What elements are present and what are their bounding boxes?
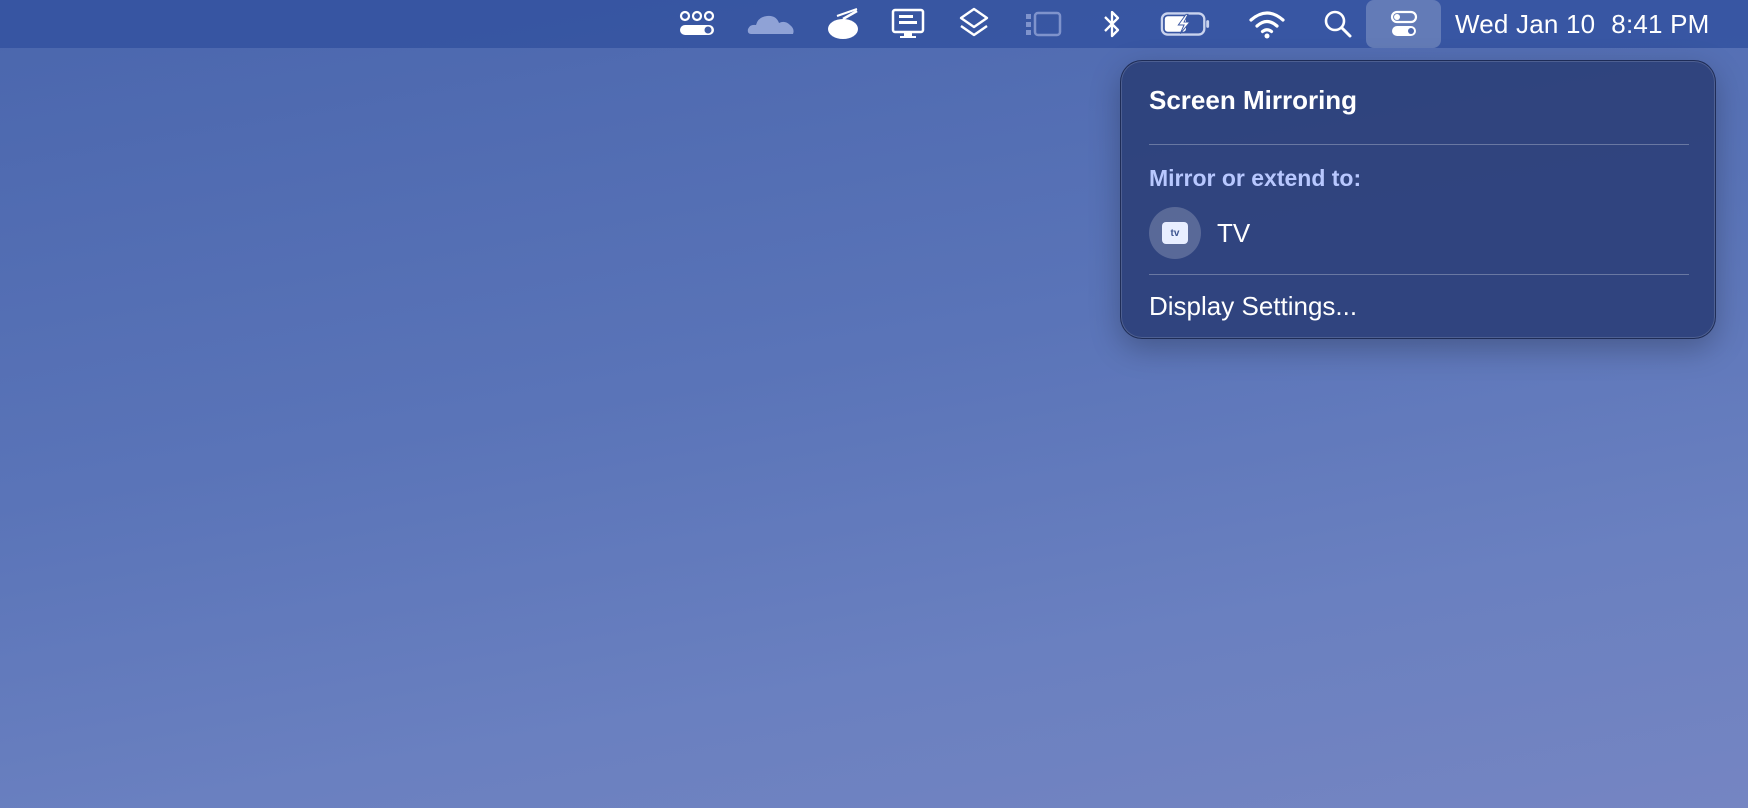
menu-bar: Wed Jan 10 8:41 PM — [0, 0, 1748, 48]
control-center-icon[interactable] — [1366, 0, 1441, 48]
device-item-tv[interactable]: tv TV — [1149, 207, 1689, 259]
cloudflare-icon[interactable] — [745, 6, 797, 42]
display-settings-menu-item[interactable]: Display Settings... — [1149, 291, 1357, 322]
display-monitor-icon[interactable] — [882, 6, 934, 42]
divider — [1149, 274, 1689, 275]
device-name: TV — [1217, 217, 1251, 248]
apple-tv-logo: tv — [1162, 222, 1188, 244]
clock-date: Wed Jan 10 — [1455, 8, 1596, 39]
search-icon[interactable] — [1312, 6, 1364, 42]
stage-manager-icon[interactable] — [1018, 6, 1070, 42]
divider — [1149, 144, 1689, 145]
section-label: Mirror or extend to: — [1149, 165, 1362, 191]
apple-tv-icon: tv — [1149, 207, 1201, 259]
menu-bar-clock[interactable]: Wed Jan 10 8:41 PM — [1455, 0, 1710, 48]
wifi-icon[interactable] — [1241, 6, 1293, 42]
layers-icon[interactable] — [948, 6, 1000, 42]
toggles-icon[interactable] — [671, 6, 723, 42]
screen-mirroring-panel: Screen Mirroring Mirror or extend to: tv… — [1120, 60, 1716, 339]
clock-time: 8:41 PM — [1611, 8, 1710, 39]
bowl-icon[interactable] — [817, 6, 869, 42]
bluetooth-icon[interactable] — [1086, 6, 1138, 42]
panel-title: Screen Mirroring — [1149, 85, 1358, 115]
battery-charging-icon[interactable] — [1160, 6, 1212, 42]
